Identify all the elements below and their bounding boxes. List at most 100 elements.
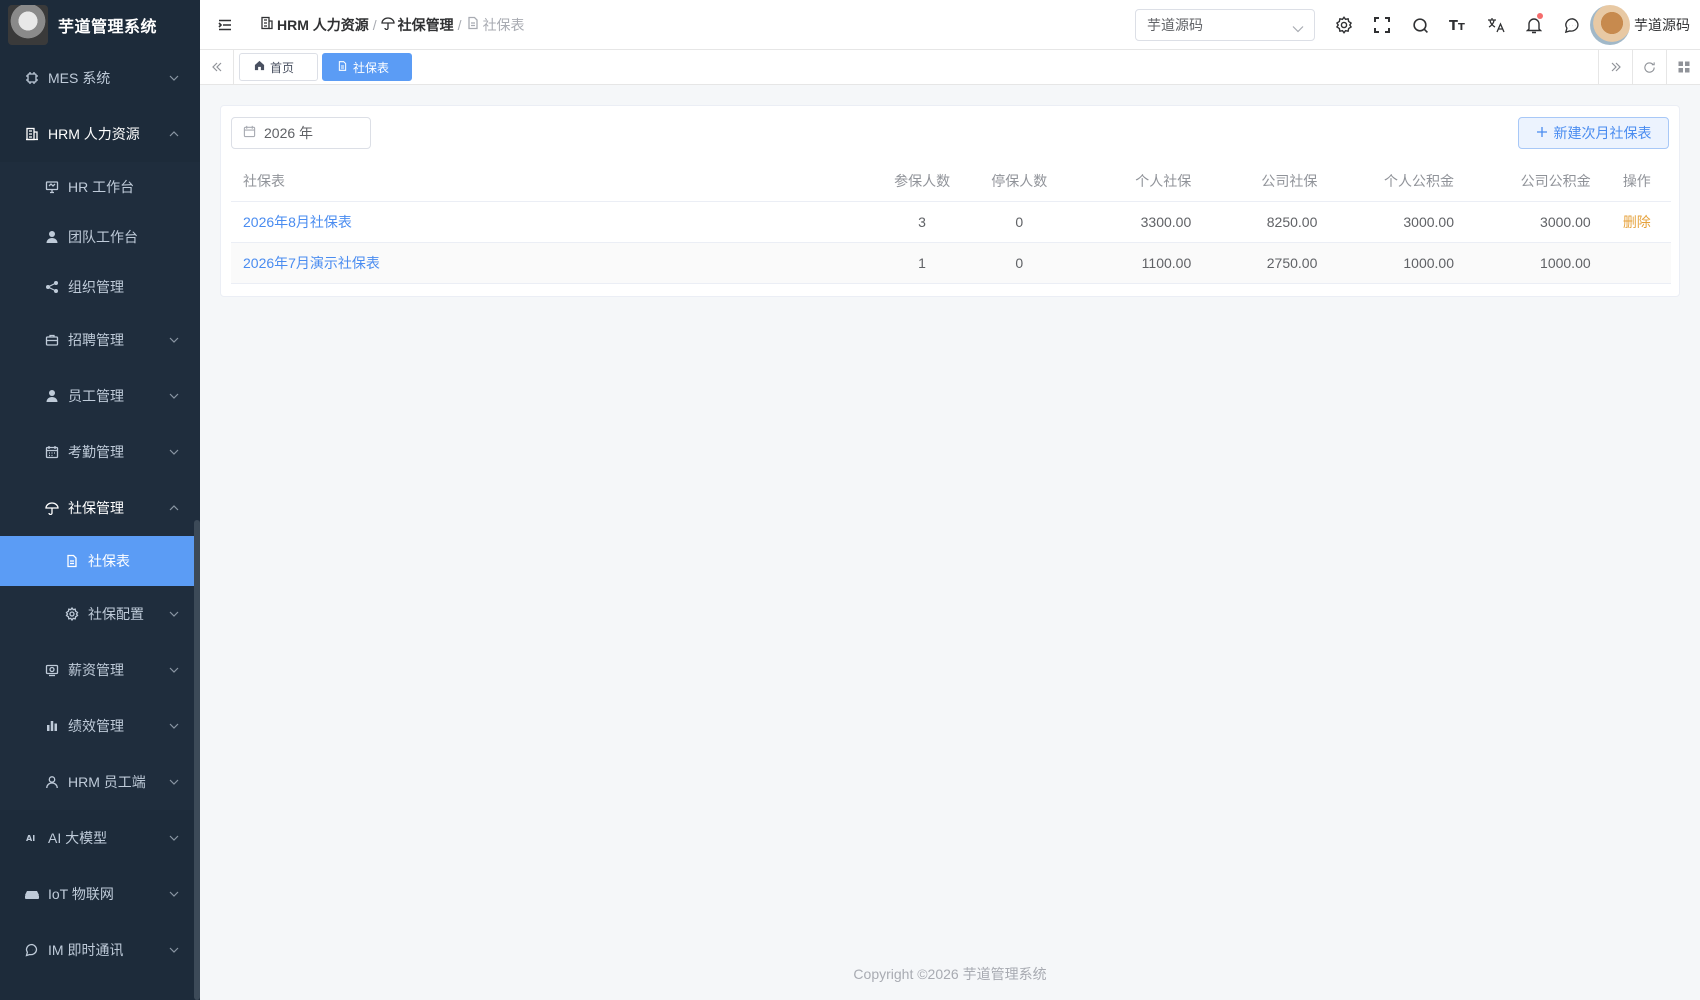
document-icon [337,60,348,75]
chevron-down-icon [168,390,180,402]
plus-icon [1536,125,1548,141]
sidebar-item-hrm-employee-portal[interactable]: HRM 员工端 [0,754,200,810]
translate-icon[interactable] [1477,0,1515,50]
building-icon [24,126,40,142]
logo[interactable]: 芋道管理系统 [0,0,200,50]
cell-stopped: 0 [972,242,1067,284]
new-next-month-button[interactable]: 新建次月社保表 [1518,117,1669,149]
font-size-icon[interactable]: TT [1439,0,1477,50]
double-chevron-right-icon[interactable] [1598,50,1632,84]
breadcrumb-item-social-insurance[interactable]: 社保管理 [381,15,454,35]
sidebar-item-im[interactable]: IM 即时通讯 [0,922,200,978]
chevron-up-icon [168,502,180,514]
svg-text:T: T [1449,19,1458,33]
umbrella-icon [44,500,60,516]
sidebar-item-attendance[interactable]: 考勤管理 [0,424,200,480]
gear-icon [64,606,80,622]
fullscreen-icon[interactable] [1363,0,1401,50]
sidebar-item-label: IoT 物联网 [48,886,114,902]
bell-icon[interactable] [1515,0,1553,50]
sidebar-item-social-insurance-config[interactable]: 社保配置 [0,586,200,642]
sidebar-item-team-workbench[interactable]: 团队工作台 [0,212,200,262]
column-header: 参保人数 [872,161,972,202]
document-icon [466,16,480,33]
chevron-down-icon [168,888,180,900]
sidebar-item-recruit[interactable]: 招聘管理 [0,312,200,368]
message-icon[interactable] [1553,0,1591,50]
breadcrumb-item-current: 社保表 [466,15,525,35]
logo-image [8,5,48,45]
user-menu[interactable]: 芋道源码 [1590,5,1690,45]
tenant-select[interactable]: 芋道源码 [1135,9,1315,41]
calendar-icon [243,125,256,141]
cell-company-hf: 3000.00 [1466,201,1603,243]
money-icon [44,662,60,678]
sidebar-item-iot[interactable]: IoT 物联网 [0,866,200,922]
year-picker[interactable]: 2026 年 [231,117,371,149]
sidebar-item-label: 招聘管理 [68,332,124,348]
table-header-row: 社保表 参保人数 停保人数 个人社保 公司社保 个人公积金 公司公积金 操作 [231,161,1671,202]
column-header: 公司社保 [1203,161,1330,202]
cell-company-hf: 1000.00 [1466,242,1603,284]
sidebar-item-salary[interactable]: 薪资管理 [0,642,200,698]
sidebar-item-employee[interactable]: 员工管理 [0,368,200,424]
sidebar-item-org[interactable]: 组织管理 [0,262,200,312]
row-name-link[interactable]: 2026年8月社保表 [243,214,352,230]
ai-icon: AI [24,830,40,846]
header-tools: TT [1325,0,1591,50]
breadcrumb: HRM 人力资源 / 社保管理 / 社保表 [260,15,525,35]
row-name-link[interactable]: 2026年7月演示社保表 [243,255,380,271]
cell-insured: 1 [872,242,972,284]
svg-text:AI: AI [26,834,35,843]
tab-label: 社保表 [353,60,390,75]
sidebar-item-hr-workbench[interactable]: HR 工作台 [0,162,200,212]
settings-icon[interactable] [1325,0,1363,50]
sidebar-item-label: MES 系统 [48,70,111,86]
chevron-down-icon [168,832,180,844]
double-chevron-left-icon[interactable] [200,50,234,84]
sidebar-item-label: 社保管理 [68,500,124,516]
table-row: 2026年7月演示社保表 1 0 1100.00 2750.00 1000.00… [231,242,1671,284]
cell-company-ss: 8250.00 [1203,201,1330,243]
grid-menu-icon[interactable] [1666,50,1700,84]
column-header: 停保人数 [972,161,1067,202]
sidebar-item-social-insurance-table[interactable]: 社保表 [0,536,200,586]
sidebar-item-label: 薪资管理 [68,662,124,678]
delete-button[interactable]: 删除 [1623,214,1651,230]
column-header: 个人社保 [1066,161,1204,202]
monitor-icon [44,179,60,195]
cell-stopped: 0 [972,201,1067,243]
tab-social-insurance-table[interactable]: 社保表 [322,53,412,81]
calendar-icon [44,444,60,460]
home-icon [254,60,265,74]
sidebar-scrollbar[interactable] [194,520,200,1000]
sidebar-item-social-insurance[interactable]: 社保管理 [0,480,200,536]
cell-personal-hf: 3000.00 [1329,201,1466,243]
hamburger-icon[interactable] [200,0,250,50]
sidebar-item-label: AI 大模型 [48,830,108,846]
sidebar: 芋道管理系统 MES 系统 HRM 人力资源 HR 工作台 团队工作台 组织管理… [0,0,200,1000]
chevron-down-icon [168,608,180,620]
share-icon [44,279,60,295]
social-insurance-table: 社保表 参保人数 停保人数 个人社保 公司社保 个人公积金 公司公积金 操作 2… [231,161,1671,284]
sidebar-item-hrm[interactable]: HRM 人力资源 [0,106,200,162]
sidebar-item-mes[interactable]: MES 系统 [0,50,200,106]
cell-insured: 3 [872,201,972,243]
column-header: 社保表 [231,161,873,202]
sidebar-item-performance[interactable]: 绩效管理 [0,698,200,754]
sidebar-item-label: HR 工作台 [68,179,135,195]
chevron-down-icon [168,776,180,788]
sidebar-item-label: 员工管理 [68,388,124,404]
sidebar-item-ai[interactable]: AI AI 大模型 [0,810,200,866]
breadcrumb-item-hrm[interactable]: HRM 人力资源 [260,15,369,35]
cell-personal-ss: 1100.00 [1066,242,1204,284]
refresh-icon[interactable] [1632,50,1666,84]
column-header: 个人公积金 [1329,161,1466,202]
breadcrumb-separator: / [372,16,377,33]
chevron-up-icon [168,128,180,140]
chevron-down-icon [168,944,180,956]
tab-home[interactable]: 首页 [239,53,318,81]
search-icon[interactable] [1401,0,1439,50]
new-button-label: 新建次月社保表 [1553,125,1652,141]
cell-personal-hf: 1000.00 [1329,242,1466,284]
